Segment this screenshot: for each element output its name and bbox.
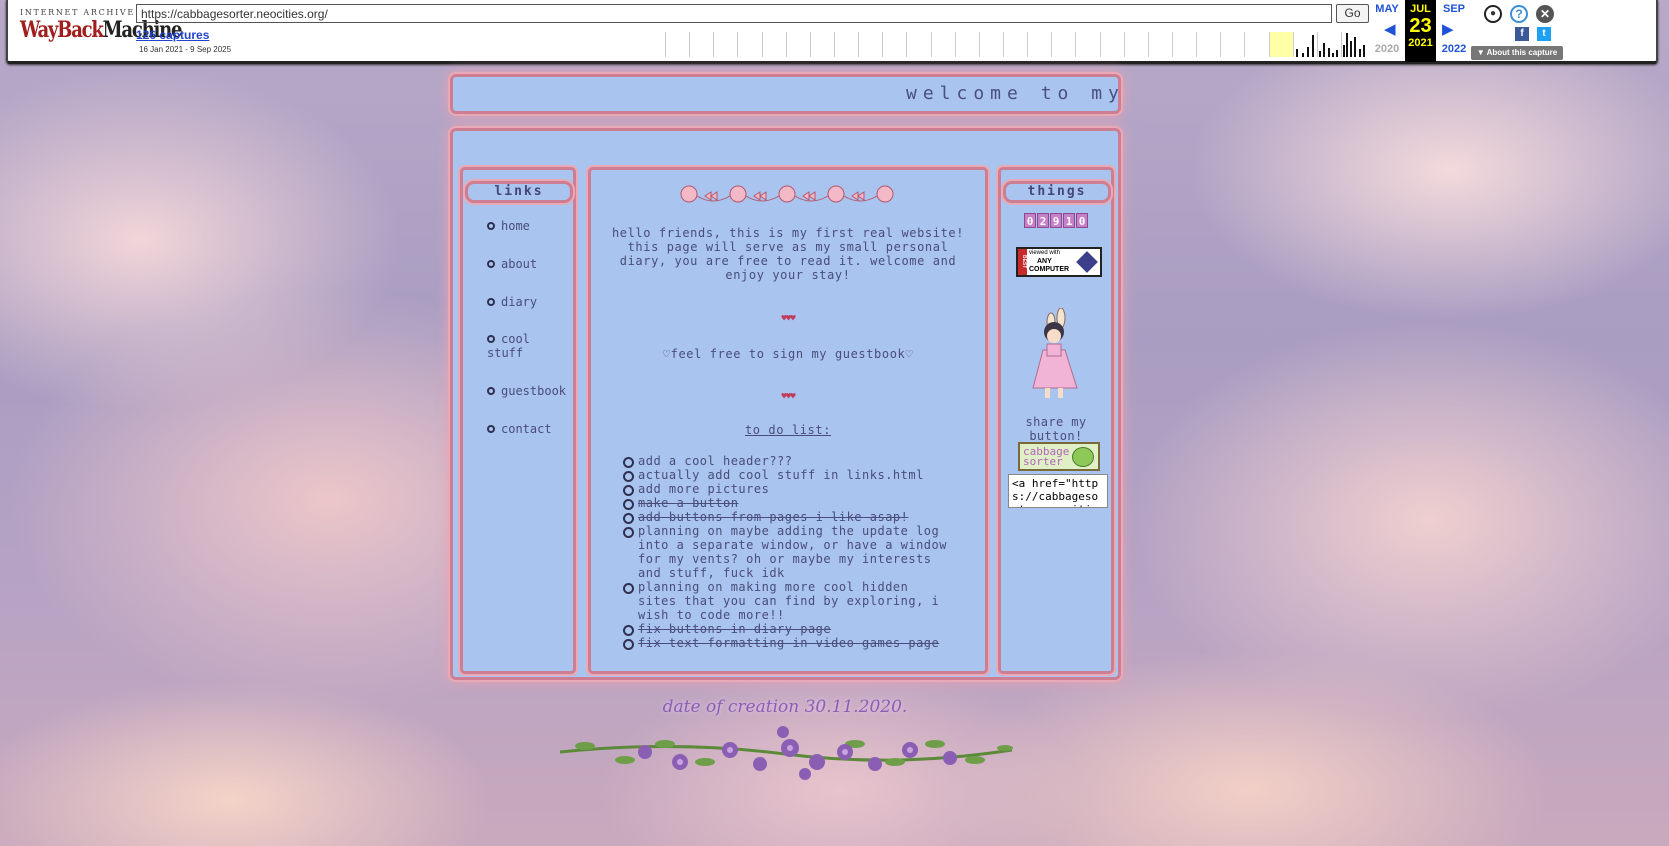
todo-item: actually add cool stuff in links.html bbox=[623, 468, 953, 482]
captures-date-range: 16 Jan 2021 - 9 Sep 2025 bbox=[139, 45, 232, 54]
todo-item: planning on maybe adding the update log … bbox=[623, 524, 953, 580]
nav-link-guestbook[interactable]: guestbook bbox=[487, 384, 566, 398]
next-month[interactable]: SEP bbox=[1438, 3, 1470, 15]
todo-item: planning on making more cool hidden site… bbox=[623, 580, 953, 622]
bunny-girl-pixel-art bbox=[1032, 308, 1078, 398]
close-icon[interactable]: ✕ bbox=[1536, 5, 1554, 23]
nav-link-cool-stuff[interactable]: cool stuff bbox=[487, 332, 547, 360]
user-icon[interactable]: ● bbox=[1484, 5, 1502, 23]
captures-link[interactable]: 126 captures bbox=[136, 28, 209, 42]
button-code-textarea[interactable]: <a href="https://cabbagesorter.neocities… bbox=[1008, 474, 1108, 508]
todo-title: to do list: bbox=[744, 423, 832, 437]
todo-item-done: make a button bbox=[623, 496, 953, 510]
wayback-toolbar: INTERNET ARCHIVE WayBackMachine https://… bbox=[6, 0, 1658, 64]
links-title: links bbox=[465, 181, 573, 203]
prev-capture-arrow-icon[interactable]: ◀ bbox=[1384, 20, 1396, 38]
bullet-icon bbox=[487, 298, 495, 306]
cabbage-icon bbox=[1072, 447, 1094, 467]
bullet-icon bbox=[487, 335, 495, 343]
intro-text: hello friends, this is my first real web… bbox=[611, 226, 965, 282]
current-capture-date: JUL 23 2021 bbox=[1405, 0, 1436, 62]
cabbage-sorter-button[interactable]: cabbage sorter bbox=[1018, 442, 1100, 471]
todo-item-done: fix buttons in diary page bbox=[623, 622, 953, 636]
prev-year[interactable]: 2020 bbox=[1371, 43, 1403, 55]
logo-internet-archive: INTERNET ARCHIVE bbox=[20, 8, 135, 17]
prev-month[interactable]: MAY bbox=[1371, 3, 1403, 15]
bullet-icon bbox=[487, 387, 495, 395]
things-title: things bbox=[1003, 181, 1111, 203]
flower-garland-image bbox=[559, 726, 1013, 780]
things-column: things 0 2 9 1 0 BEST viewed with ANY CO… bbox=[998, 167, 1114, 674]
nav-link-diary[interactable]: diary bbox=[487, 295, 537, 309]
todo-item-done: add buttons from pages i like asap! bbox=[623, 510, 953, 524]
hit-counter: 0 2 9 1 0 bbox=[1024, 213, 1088, 228]
todo-item-done: fix text formatting in video games page bbox=[623, 636, 953, 650]
go-button[interactable]: Go bbox=[1336, 4, 1369, 23]
capture-sparkline[interactable] bbox=[665, 32, 1365, 57]
content-column: hello friends, this is my first real web… bbox=[588, 167, 988, 674]
nav-link-about[interactable]: about bbox=[487, 257, 537, 271]
todo-item: add a cool header??? bbox=[623, 454, 953, 468]
bullet-icon bbox=[487, 425, 495, 433]
about-capture-button[interactable]: ▼ About this capture bbox=[1471, 46, 1563, 60]
welcome-marquee: welcome to my small corner of the intern… bbox=[450, 74, 1121, 114]
creation-date: date of creation 30.11.2020. bbox=[662, 697, 908, 717]
share-button-text: share my button! bbox=[1025, 415, 1087, 443]
nav-link-home[interactable]: home bbox=[487, 219, 530, 233]
guestbook-text[interactable]: ♡feel free to sign my guestbook♡ bbox=[591, 347, 985, 361]
roses-divider-icon bbox=[680, 185, 894, 203]
wayback-logo[interactable]: INTERNET ARCHIVE WayBackMachine bbox=[20, 8, 183, 53]
hearts-divider-icon: ♥♥♥ bbox=[781, 392, 795, 402]
next-capture-arrow-icon[interactable]: ▶ bbox=[1442, 20, 1454, 38]
next-year[interactable]: 2022 bbox=[1438, 43, 1470, 55]
hearts-divider-icon: ♥♥♥ bbox=[781, 314, 795, 324]
marquee-text: welcome to my small corner of the intern… bbox=[906, 83, 1118, 104]
bullet-icon bbox=[487, 260, 495, 268]
help-icon[interactable]: ? bbox=[1510, 5, 1528, 23]
facebook-icon[interactable]: f bbox=[1515, 27, 1529, 41]
diamond-logo-icon bbox=[1076, 251, 1098, 273]
logo-wayback-machine: WayBackMachine bbox=[20, 17, 183, 43]
todo-item: add more pictures bbox=[623, 482, 953, 496]
any-computer-badge[interactable]: BEST viewed with ANY COMPUTER bbox=[1016, 247, 1102, 277]
url-input[interactable]: https://cabbagesorter.neocities.org/ bbox=[136, 4, 1332, 23]
links-column: links home about diary cool stuff guestb… bbox=[460, 167, 576, 674]
bullet-icon bbox=[487, 222, 495, 230]
todo-list: add a cool header??? actually add cool s… bbox=[623, 454, 953, 650]
twitter-icon[interactable]: t bbox=[1537, 27, 1551, 41]
nav-link-contact[interactable]: contact bbox=[487, 422, 552, 436]
